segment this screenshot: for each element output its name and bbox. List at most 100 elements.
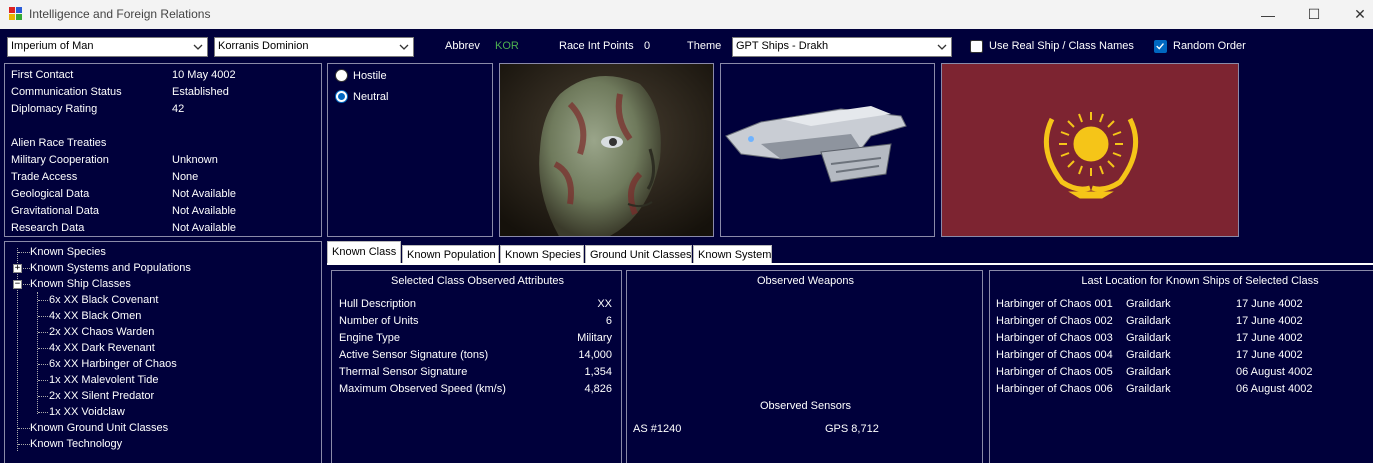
sensors-title: Observed Sensors: [759, 400, 852, 412]
comm-status-value: Established: [172, 86, 229, 98]
treaties-heading: Alien Race Treaties: [11, 137, 107, 149]
chevron-down-icon: [399, 44, 409, 50]
theme-select-value: GPT Ships - Drakh: [736, 40, 829, 52]
maximize-button[interactable]: ☐: [1291, 0, 1337, 29]
attr-label: Number of Units: [339, 315, 419, 327]
attr-label: Thermal Sensor Signature: [339, 366, 468, 378]
tab-known-class[interactable]: Known Class: [327, 241, 401, 264]
geological-data-label: Geological Data: [11, 188, 90, 200]
research-data-label: Research Data: [11, 222, 85, 234]
maximize-icon: ☐: [1307, 6, 1321, 22]
alien-race-select-value: Korranis Dominion: [218, 40, 309, 52]
tree-known-technology[interactable]: Known Technology: [30, 438, 122, 450]
real-names-label: Use Real Ship / Class Names: [989, 40, 1134, 52]
attr-value: 4,826: [584, 383, 612, 395]
trade-access-value: None: [172, 171, 199, 183]
attr-value: 14,000: [578, 349, 612, 361]
weapons-title: Observed Weapons: [756, 275, 855, 287]
tab-known-system[interactable]: Known System: [693, 245, 772, 264]
first-contact-value: 10 May 4002: [172, 69, 236, 81]
diplomacy-rating-label: Diplomacy Rating: [11, 103, 98, 115]
tab-known-population[interactable]: Known Population: [402, 245, 499, 264]
neutral-label: Neutral: [353, 91, 389, 103]
expand-plus-icon[interactable]: +: [13, 264, 22, 273]
sun-emblem-icon: [1043, 112, 1139, 199]
class-attributes-title: Selected Class Observed Attributes: [390, 275, 565, 287]
tree-known-systems[interactable]: Known Systems and Populations: [30, 262, 191, 274]
close-icon: ✕: [1354, 6, 1366, 22]
hostile-radio[interactable]: [335, 69, 348, 82]
real-names-checkbox[interactable]: [970, 40, 983, 53]
minimize-button[interactable]: —: [1245, 0, 1291, 29]
location-date: 17 June 4002: [1236, 349, 1303, 361]
location-system: Graildark: [1126, 383, 1171, 395]
location-date: 17 June 4002: [1236, 332, 1303, 344]
attr-label: Engine Type: [339, 332, 400, 344]
tree-known-ground-units[interactable]: Known Ground Unit Classes: [30, 422, 168, 434]
location-system: Graildark: [1126, 298, 1171, 310]
ship-locations-panel: Last Location for Known Ships of Selecte…: [989, 270, 1373, 463]
tree-ship-class-item[interactable]: 2x XX Silent Predator: [49, 390, 154, 402]
abbrev-value: KOR: [495, 40, 519, 52]
tree-ship-class-item[interactable]: 6x XX Harbinger of Chaos: [49, 358, 177, 370]
close-button[interactable]: ✕: [1337, 0, 1373, 29]
race-select-value: Imperium of Man: [11, 40, 94, 52]
location-ship: Harbinger of Chaos 003: [996, 332, 1113, 344]
tree-ship-class-item[interactable]: 4x XX Black Omen: [49, 310, 141, 322]
main-area: Imperium of Man Korranis Dominion Abbrev…: [0, 29, 1373, 463]
location-system: Graildark: [1126, 332, 1171, 344]
tree-ship-class-item[interactable]: 1x XX Voidclaw: [49, 406, 125, 418]
attr-label: Maximum Observed Speed (km/s): [339, 383, 506, 395]
diplomacy-info-panel: First Contact 10 May 4002 Communication …: [4, 63, 322, 237]
attr-value: 6: [605, 315, 612, 327]
locations-title: Last Location for Known Ships of Selecte…: [1081, 275, 1319, 287]
location-system: Graildark: [1126, 315, 1171, 327]
tab-ground-unit-classes[interactable]: Ground Unit Classes: [585, 245, 692, 264]
random-order-checkbox[interactable]: [1154, 40, 1167, 53]
checkmark-icon: [1156, 43, 1164, 50]
tree-ship-class-item[interactable]: 4x XX Dark Revenant: [49, 342, 155, 354]
location-ship: Harbinger of Chaos 001: [996, 298, 1113, 310]
alien-race-select[interactable]: Korranis Dominion: [214, 37, 414, 57]
spaceship-image: [725, 106, 907, 183]
tree-ship-class-item[interactable]: 6x XX Black Covenant: [49, 294, 158, 306]
geological-data-value: Not Available: [172, 188, 237, 200]
theme-select[interactable]: GPT Ships - Drakh: [732, 37, 952, 57]
intel-tree: Known Species + Known Systems and Popula…: [4, 241, 322, 463]
race-select[interactable]: Imperium of Man: [7, 37, 208, 57]
stance-panel: Hostile Neutral: [327, 63, 493, 237]
location-date: 17 June 4002: [1236, 298, 1303, 310]
random-order-label: Random Order: [1173, 40, 1246, 52]
species-portrait: [499, 63, 714, 237]
tree-known-ship-classes[interactable]: Known Ship Classes: [30, 278, 131, 290]
attr-label: Active Sensor Signature (tons): [339, 349, 489, 361]
chevron-down-icon: [937, 44, 947, 50]
collapse-minus-icon[interactable]: −: [13, 280, 22, 289]
race-flag: [941, 63, 1239, 237]
tree-ship-class-item[interactable]: 2x XX Chaos Warden: [49, 326, 154, 338]
attr-value: Military: [577, 332, 612, 344]
window-title: Intelligence and Foreign Relations: [29, 7, 211, 21]
toolbar: Imperium of Man Korranis Dominion Abbrev…: [0, 31, 1373, 61]
gravitational-data-label: Gravitational Data: [11, 205, 100, 217]
alien-face-image: [500, 64, 713, 236]
hostile-label: Hostile: [353, 70, 387, 82]
race-int-label: Race Int Points: [559, 40, 634, 52]
title-bar: Intelligence and Foreign Relations — ☐ ✕: [0, 0, 1373, 29]
location-date: 06 August 4002: [1236, 383, 1313, 395]
location-ship: Harbinger of Chaos 004: [996, 349, 1113, 361]
minimize-icon: —: [1261, 6, 1275, 23]
first-contact-label: First Contact: [11, 69, 74, 81]
abbrev-label: Abbrev: [445, 40, 480, 52]
neutral-radio[interactable]: [335, 90, 348, 103]
location-system: Graildark: [1126, 366, 1171, 378]
tab-known-species[interactable]: Known Species: [500, 245, 584, 264]
military-cooperation-label: Military Cooperation: [11, 154, 109, 166]
tree-ship-class-item[interactable]: 1x XX Malevolent Tide: [49, 374, 158, 386]
chevron-down-icon: [193, 44, 203, 50]
location-ship: Harbinger of Chaos 005: [996, 366, 1113, 378]
ship-image: [720, 63, 935, 237]
location-ship: Harbinger of Chaos 006: [996, 383, 1113, 395]
attr-value: XX: [597, 298, 612, 310]
tree-known-species[interactable]: Known Species: [30, 246, 106, 258]
